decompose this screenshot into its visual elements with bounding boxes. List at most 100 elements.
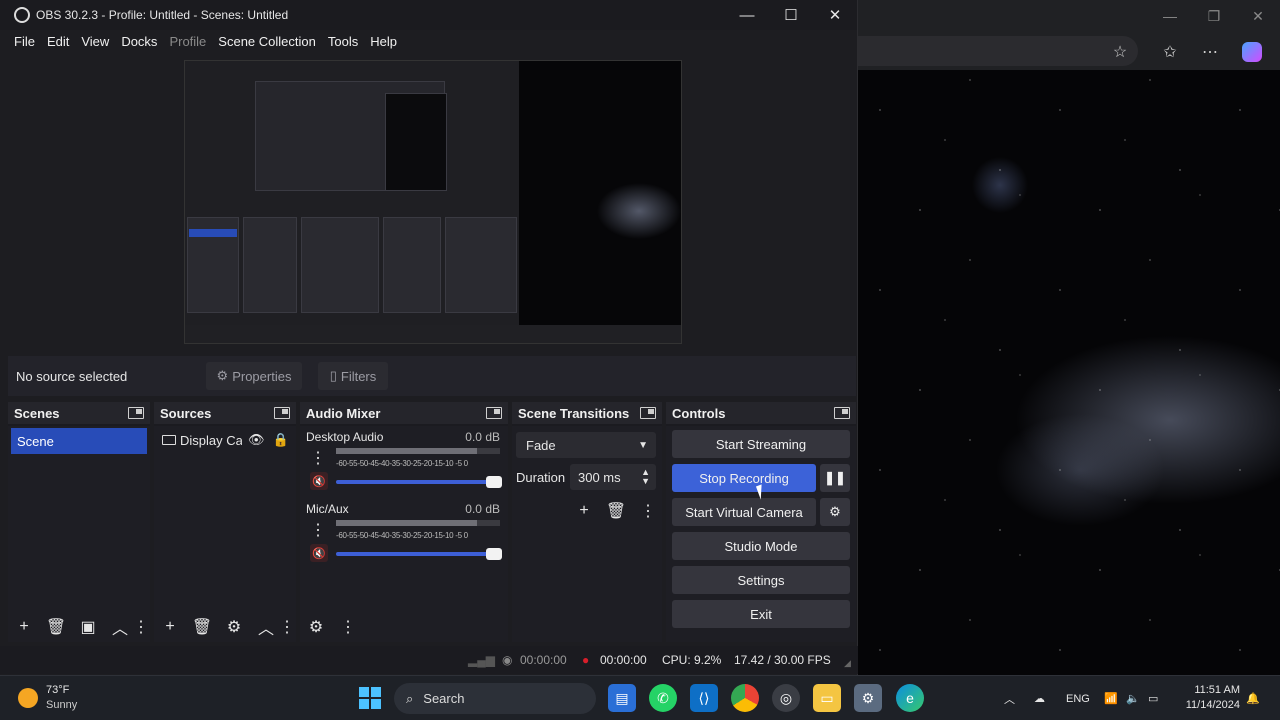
scene-item[interactable]: Scene bbox=[11, 428, 147, 454]
properties-label: Properties bbox=[232, 368, 292, 384]
source-item[interactable]: Display Ca 👁 🔒 bbox=[162, 432, 292, 448]
desktop-audio-volume-slider[interactable] bbox=[336, 476, 502, 488]
preview-canvas[interactable] bbox=[184, 60, 682, 344]
menu-scene-collection[interactable]: Scene Collection bbox=[212, 34, 322, 49]
desktop-audio-menu-icon[interactable]: ⋮ bbox=[310, 448, 326, 468]
settings-button[interactable]: Settings bbox=[672, 566, 850, 594]
transition-select[interactable]: Fade ▼ bbox=[516, 432, 656, 458]
add-transition-icon[interactable]: + bbox=[568, 496, 600, 526]
more-icon[interactable]: ⋮ bbox=[279, 612, 295, 642]
file-explorer-icon[interactable]: ▭ bbox=[813, 684, 841, 712]
lock-icon[interactable]: 🔒 bbox=[273, 432, 289, 448]
resize-grip-icon[interactable]: ◢ bbox=[844, 658, 851, 669]
language-indicator[interactable]: ENG bbox=[1066, 676, 1090, 720]
stop-recording-button[interactable]: Stop Recording bbox=[672, 464, 816, 492]
add-scene-icon[interactable]: + bbox=[8, 612, 40, 642]
source-move-up-icon[interactable]: ︿ bbox=[250, 612, 282, 642]
browser-close-button[interactable]: ✕ bbox=[1236, 0, 1280, 32]
copilot-icon[interactable] bbox=[1242, 42, 1262, 62]
windows-start-icon[interactable] bbox=[356, 684, 384, 712]
spin-arrows-icon[interactable]: ▲ ▼ bbox=[641, 468, 650, 486]
browser-minimize-button[interactable]: — bbox=[1148, 0, 1192, 32]
window-title: OBS 30.2.3 - Profile: Untitled - Scenes:… bbox=[36, 8, 289, 22]
undock-icon[interactable] bbox=[274, 407, 290, 419]
audio-mixer-dock: Audio Mixer Desktop Audio 0.0 dB ⋮ -60-5… bbox=[300, 402, 508, 642]
favorites-icon[interactable]: ✩ bbox=[1158, 40, 1182, 64]
start-virtual-camera-button[interactable]: Start Virtual Camera bbox=[672, 498, 816, 526]
studio-mode-button[interactable]: Studio Mode bbox=[672, 532, 850, 560]
scene-filters-icon[interactable]: ▣ bbox=[72, 612, 104, 642]
visibility-eye-icon[interactable]: 👁 bbox=[248, 432, 265, 448]
move-up-icon[interactable]: ︿ bbox=[104, 612, 136, 642]
menu-tools[interactable]: Tools bbox=[322, 34, 364, 49]
source-settings-icon[interactable]: ⚙ bbox=[218, 612, 250, 642]
minimize-button[interactable]: — bbox=[725, 0, 769, 30]
sources-dock: Sources Display Ca 👁 🔒 + 🗑 ⚙ ︿ ⋮ bbox=[154, 402, 296, 642]
undock-icon[interactable] bbox=[486, 407, 502, 419]
properties-button[interactable]: ⚙ Properties bbox=[206, 362, 302, 390]
taskbar-search[interactable]: ⌕ Search bbox=[394, 683, 596, 714]
mixer-more-icon[interactable]: ⋮ bbox=[332, 612, 364, 642]
menu-file[interactable]: File bbox=[8, 34, 41, 49]
weather-temp[interactable]: 73°F bbox=[46, 684, 69, 696]
menu-view[interactable]: View bbox=[75, 34, 115, 49]
stream-time: 00:00:00 bbox=[520, 653, 567, 667]
add-source-icon[interactable]: + bbox=[154, 612, 186, 642]
remove-transition-icon[interactable]: 🗑 bbox=[600, 496, 632, 526]
wifi-icon[interactable]: 📶 bbox=[1104, 676, 1118, 720]
menu-profile[interactable]: Profile bbox=[163, 34, 212, 49]
more-options-icon[interactable]: ⋯ bbox=[1198, 40, 1222, 64]
volume-icon[interactable]: 🔈 bbox=[1126, 676, 1140, 720]
menu-edit[interactable]: Edit bbox=[41, 34, 75, 49]
chevron-down-icon: ▼ bbox=[638, 439, 648, 451]
battery-icon[interactable]: ▭ bbox=[1148, 676, 1158, 720]
weather-desc[interactable]: Sunny bbox=[46, 699, 77, 711]
vscode-icon[interactable]: ⟨⟩ bbox=[690, 684, 718, 712]
clock-time[interactable]: 11:51 AM bbox=[1190, 684, 1240, 696]
settings-gear-icon[interactable]: ⚙ bbox=[854, 684, 882, 712]
browser-restore-button[interactable]: ❐ bbox=[1192, 0, 1236, 32]
audio-mixer-body: Desktop Audio 0.0 dB ⋮ -60-55-50-45-40-3… bbox=[300, 426, 508, 642]
close-button[interactable]: ✕ bbox=[813, 0, 857, 30]
chrome-icon[interactable] bbox=[731, 684, 759, 712]
remove-source-icon[interactable]: 🗑 bbox=[186, 612, 218, 642]
clock-date[interactable]: 11/14/2024 bbox=[1178, 699, 1240, 711]
advanced-audio-icon[interactable]: ⚙ bbox=[300, 612, 332, 642]
start-streaming-button[interactable]: Start Streaming bbox=[672, 430, 850, 458]
undock-icon[interactable] bbox=[834, 407, 850, 419]
undock-icon[interactable] bbox=[640, 407, 656, 419]
mic-aux-menu-icon[interactable]: ⋮ bbox=[310, 520, 326, 540]
more-icon[interactable]: ⋮ bbox=[133, 612, 149, 642]
mic-aux-mute-icon[interactable]: 🔇 bbox=[310, 544, 328, 562]
browser-address-bar[interactable] bbox=[858, 36, 1138, 66]
store-icon[interactable]: ▤ bbox=[608, 684, 636, 712]
desktop-audio-mute-icon[interactable]: 🔇 bbox=[310, 472, 328, 490]
tray-overflow-icon[interactable]: ︿ bbox=[1004, 676, 1015, 720]
cpu-usage: CPU: 9.2% bbox=[662, 653, 722, 667]
obs-logo-icon bbox=[14, 7, 30, 23]
obs-window: OBS 30.2.3 - Profile: Untitled - Scenes:… bbox=[0, 0, 858, 675]
controls-dock: Controls Start Streaming Stop Recording … bbox=[666, 402, 856, 642]
whatsapp-icon[interactable]: ✆ bbox=[649, 684, 677, 712]
transition-more-icon[interactable]: ⋮ bbox=[632, 496, 664, 526]
mic-aux-scale: -60-55-50-45-40-35-30-25-20-15-10 -5 0 bbox=[336, 531, 468, 540]
notification-bell-icon[interactable]: 🔔 bbox=[1246, 676, 1260, 720]
exit-button[interactable]: Exit bbox=[672, 600, 850, 628]
menu-docks[interactable]: Docks bbox=[115, 34, 163, 49]
obs-taskbar-icon[interactable]: ◎ bbox=[772, 684, 800, 712]
onedrive-icon[interactable]: ☁ bbox=[1034, 676, 1045, 720]
record-time: 00:00:00 bbox=[600, 653, 647, 667]
preview-nested-obs bbox=[185, 61, 519, 343]
undock-icon[interactable] bbox=[128, 407, 144, 419]
edge-icon[interactable]: e bbox=[896, 684, 924, 712]
remove-scene-icon[interactable]: 🗑 bbox=[40, 612, 72, 642]
virtual-camera-settings-button[interactable]: ⚙ bbox=[820, 498, 850, 526]
mic-aux-volume-slider[interactable] bbox=[336, 548, 502, 560]
duration-spinbox[interactable]: 300 ms ▲ ▼ bbox=[570, 464, 656, 490]
pause-recording-button[interactable]: ❚❚ bbox=[820, 464, 850, 492]
search-icon: ⌕ bbox=[406, 690, 414, 706]
maximize-button[interactable]: ☐ bbox=[769, 0, 813, 30]
menu-help[interactable]: Help bbox=[364, 34, 403, 49]
filters-button[interactable]: ▯ Filters bbox=[318, 362, 388, 390]
favorite-star-icon[interactable]: ☆ bbox=[1108, 40, 1132, 64]
